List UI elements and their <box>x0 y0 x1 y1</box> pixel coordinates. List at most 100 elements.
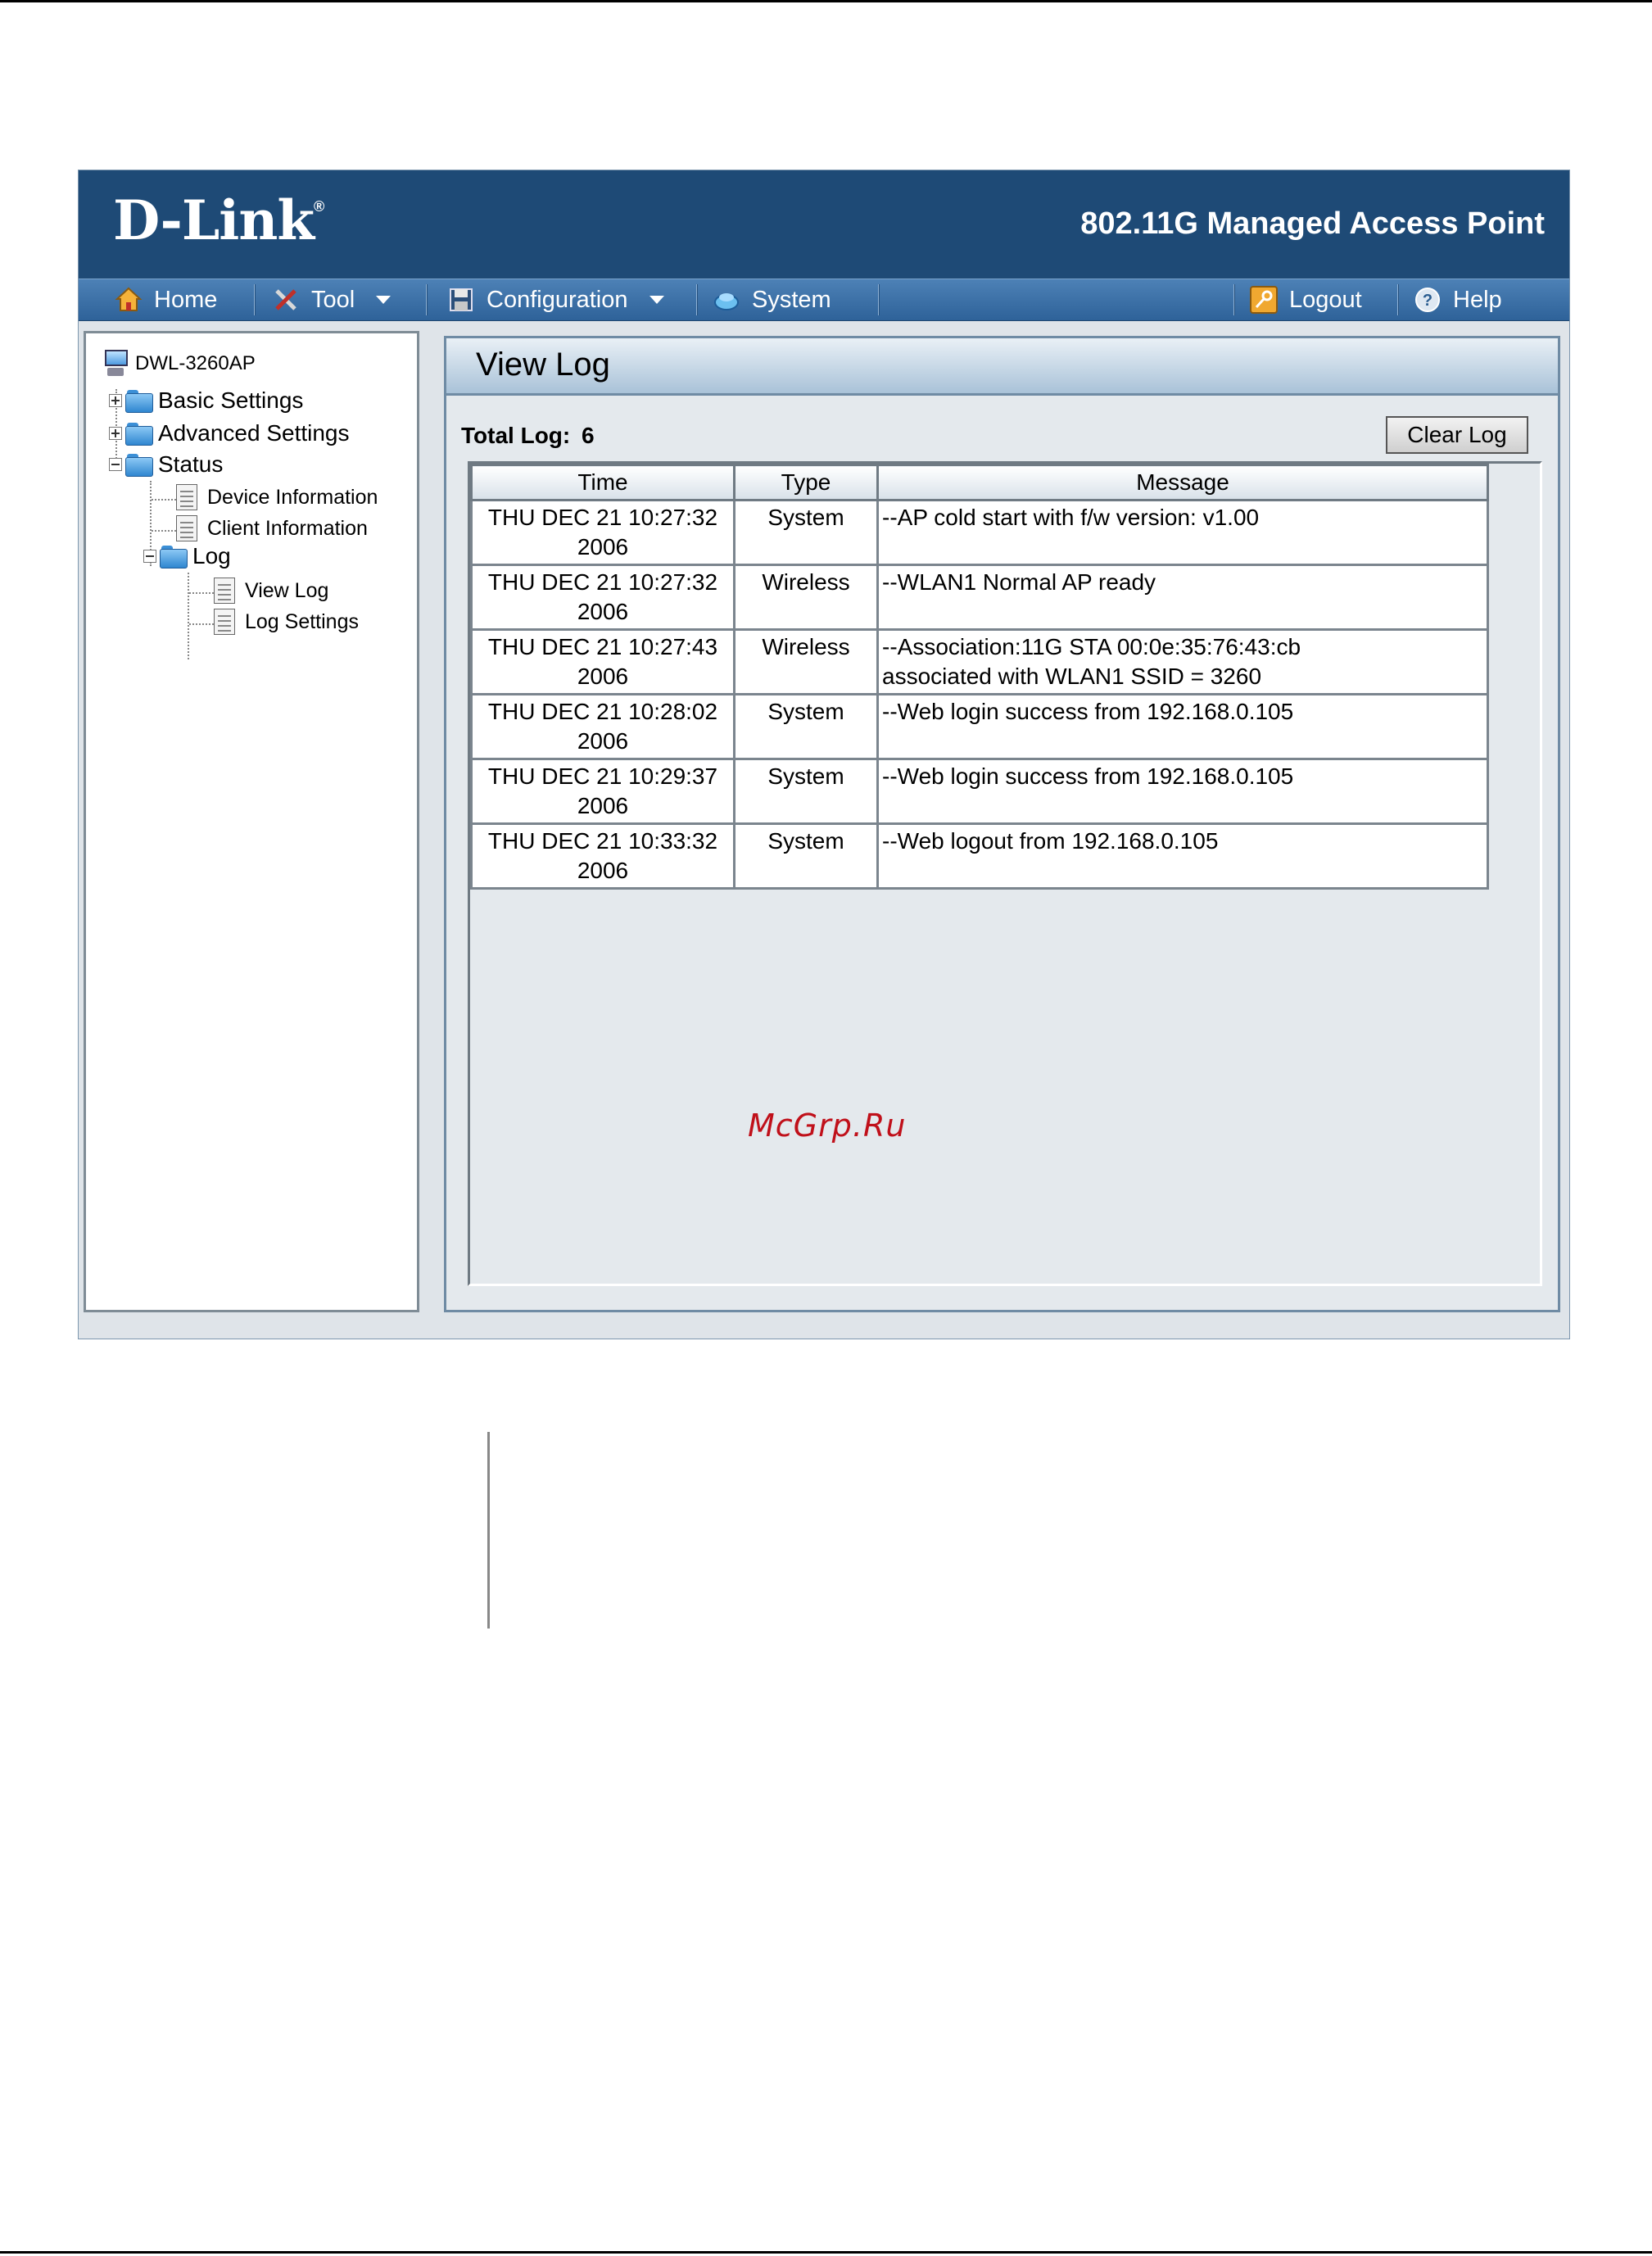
tree-item-client-information[interactable]: Client Information <box>176 515 368 541</box>
table-row: THU DEC 21 10:27:32 2006 System --AP cold… <box>470 499 1489 566</box>
cell-type: System <box>733 499 879 566</box>
expand-icon <box>109 394 122 407</box>
cell-type: System <box>733 822 879 890</box>
page-bottom-rule <box>0 2251 1652 2254</box>
collapse-icon <box>143 550 156 563</box>
panel-header: View Log <box>446 338 1558 396</box>
document-icon <box>176 484 197 510</box>
tree-connector <box>152 499 176 501</box>
dlink-logo: D-Link® <box>113 188 324 252</box>
menu-separator <box>426 284 428 315</box>
tree-item-label: Device Information <box>207 485 378 509</box>
cell-type: Wireless <box>733 564 879 631</box>
table-row: THU DEC 21 10:29:37 2006 System --Web log… <box>470 758 1489 825</box>
tree-connector <box>188 573 189 659</box>
tree-item-label: View Log <box>245 578 329 602</box>
folder-icon <box>125 421 155 446</box>
tree-item-label: Status <box>158 451 224 477</box>
table-row: THU DEC 21 10:28:02 2006 System --Web log… <box>470 693 1489 760</box>
table-row: THU DEC 21 10:33:32 2006 System --Web log… <box>470 822 1489 890</box>
cell-time: THU DEC 21 10:28:02 2006 <box>470 693 735 760</box>
tree-item-log-settings[interactable]: Log Settings <box>214 609 359 635</box>
cell-type: Wireless <box>733 628 879 695</box>
cell-time: THU DEC 21 10:29:37 2006 <box>470 758 735 825</box>
tree-connector <box>152 530 176 532</box>
cell-time: THU DEC 21 10:27:43 2006 <box>470 628 735 695</box>
menu-tool[interactable]: Tool <box>272 279 392 320</box>
floppy-disk-icon <box>450 288 473 311</box>
clear-log-button[interactable]: Clear Log <box>1386 416 1528 454</box>
cell-type: System <box>733 693 879 760</box>
table-row: THU DEC 21 10:27:43 2006 Wireless --Assoc… <box>470 628 1489 695</box>
home-icon <box>115 287 143 311</box>
menu-configuration-label: Configuration <box>487 286 628 313</box>
cell-time: THU DEC 21 10:33:32 2006 <box>470 822 735 890</box>
folder-icon <box>125 388 155 413</box>
tree-item-device-information[interactable]: Device Information <box>176 484 378 510</box>
document-icon <box>214 578 235 604</box>
cell-message: --WLAN1 Normal AP ready <box>876 564 1489 631</box>
menu-system[interactable]: System <box>713 279 831 320</box>
system-icon <box>714 293 739 310</box>
cell-time: THU DEC 21 10:27:32 2006 <box>470 564 735 631</box>
view-log-panel: View Log Total Log: 6 Clear Log Time Typ… <box>444 336 1560 1312</box>
tree-item-log[interactable]: Log <box>143 543 231 569</box>
menu-home[interactable]: Home <box>115 279 217 320</box>
tree-item-label: Log Settings <box>245 609 359 633</box>
table-header-row: Time Type Message <box>470 464 1489 501</box>
access-point-icon <box>102 348 130 379</box>
cell-time: THU DEC 21 10:27:32 2006 <box>470 499 735 566</box>
tree-root-device[interactable]: DWL-3260AP <box>102 348 256 379</box>
watermark-text: McGrp.Ru <box>748 1108 907 1144</box>
page-top-rule <box>0 0 1652 2</box>
tree-item-label: Log <box>192 543 231 569</box>
chevron-down-icon <box>649 296 664 304</box>
collapse-icon <box>109 458 122 471</box>
tools-icon <box>275 289 296 310</box>
menu-tool-label: Tool <box>311 286 355 313</box>
page-title: View Log <box>476 347 610 383</box>
tree-connector <box>189 592 214 594</box>
menu-separator <box>1397 284 1399 315</box>
menu-bar: Home Tool Configuration System Logout ? … <box>79 279 1569 321</box>
tree-item-view-log[interactable]: View Log <box>214 578 328 604</box>
log-table-container[interactable]: Time Type Message THU DEC 21 10:27:32 200… <box>468 461 1542 1286</box>
cell-message: --Association:11G STA 00:0e:35:76:43:cb a… <box>876 628 1489 695</box>
help-icon: ? <box>1415 288 1440 312</box>
product-title: 802.11G Managed Access Point <box>1080 206 1545 241</box>
cell-type: System <box>733 758 879 825</box>
open-folder-icon <box>160 544 189 569</box>
menu-separator <box>878 284 880 315</box>
cell-message: --Web login success from 192.168.0.105 <box>876 693 1489 760</box>
key-icon <box>1250 286 1278 314</box>
document-margin-line <box>487 1432 490 1629</box>
column-header-time: Time <box>470 464 735 501</box>
open-folder-icon <box>125 452 155 477</box>
tree-root-label: DWL-3260AP <box>135 352 256 374</box>
menu-help[interactable]: ? Help <box>1414 279 1502 320</box>
menu-separator <box>696 284 698 315</box>
document-icon <box>176 515 197 541</box>
tree-connector <box>189 623 214 625</box>
menu-configuration[interactable]: Configuration <box>447 279 664 320</box>
expand-icon <box>109 427 122 440</box>
router-admin-window: D-Link® 802.11G Managed Access Point Hom… <box>78 170 1570 1339</box>
menu-logout-label: Logout <box>1289 286 1362 313</box>
column-header-message: Message <box>876 464 1489 501</box>
menu-separator <box>1233 284 1235 315</box>
total-log-label: Total Log: <box>461 423 571 448</box>
cell-message: --AP cold start with f/w version: v1.00 <box>876 499 1489 566</box>
total-log-count: Total Log: 6 <box>461 423 595 449</box>
tree-item-status[interactable]: Status <box>109 451 223 478</box>
menu-home-label: Home <box>154 286 218 313</box>
cell-message: --Web login success from 192.168.0.105 <box>876 758 1489 825</box>
tree-item-label: Advanced Settings <box>158 420 350 446</box>
column-header-type: Type <box>733 464 879 501</box>
cell-message: --Web logout from 192.168.0.105 <box>876 822 1489 890</box>
menu-help-label: Help <box>1453 286 1502 313</box>
chevron-down-icon <box>376 296 392 304</box>
menu-logout[interactable]: Logout <box>1250 279 1362 320</box>
tree-item-advanced-settings[interactable]: Advanced Settings <box>109 420 350 446</box>
tree-item-basic-settings[interactable]: Basic Settings <box>109 387 303 414</box>
menu-separator <box>254 284 256 315</box>
